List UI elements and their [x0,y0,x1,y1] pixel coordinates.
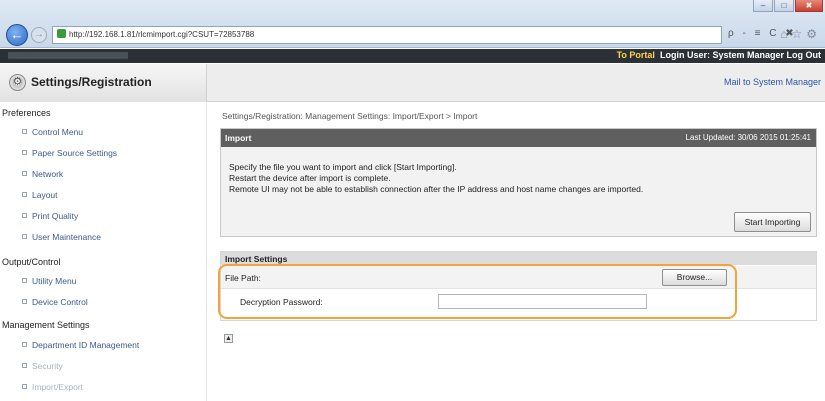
page-header: ⚙ Settings/Registration Mail to System M… [0,64,825,102]
start-importing-button[interactable]: Start Importing [734,212,811,232]
to-portal-link[interactable]: To Portal [617,50,655,60]
site-icon [57,29,66,38]
bullet-icon [22,278,27,283]
top-links: To Portal Login User: System Manager Log… [617,50,821,60]
bullet-icon [22,192,27,197]
bullet-icon [22,342,27,347]
main-content: Settings/Registration: Management Settin… [216,103,825,401]
url-text: http://192.168.1.81/rlcmimport.cgi?CSUT=… [69,30,255,39]
bullet-icon [22,363,27,368]
instruction-line-2: Restart the device after import is compl… [229,173,391,183]
address-bar[interactable]: http://192.168.1.81/rlcmimport.cgi?CSUT=… [52,26,722,44]
sidebar-item-device-control[interactable]: Device Control [22,297,88,307]
page-title: Settings/Registration [31,75,152,89]
highlight-outline [218,264,737,319]
breadcrumb: Settings/Registration: Management Settin… [222,111,478,121]
bullet-icon [22,129,27,134]
product-name-blurred [8,52,128,59]
sidebar-item-import-export[interactable]: Import/Export [22,382,83,392]
import-panel: Import Last Updated: 30/06 2015 01:25:41… [220,128,817,237]
home-icon[interactable]: ⌂ [780,27,791,41]
sidebar-item-print-quality[interactable]: Print Quality [22,211,78,221]
import-title: Import [225,133,252,143]
sidebar-section-management-settings: Management Settings [2,320,90,330]
window-controls: – □ ✖ [752,0,823,14]
top-strip: To Portal Login User: System Manager Log… [0,49,825,63]
instruction-line-3: Remote UI may not be able to establish c… [229,184,644,194]
import-settings-title: Import Settings [225,254,288,264]
sidebar: Preferences Control Menu Paper Source Se… [0,103,207,401]
maximize-button[interactable]: □ [774,0,794,12]
sidebar-item-security[interactable]: Security [22,361,63,371]
sidebar-item-paper-source-settings[interactable]: Paper Source Settings [22,148,117,158]
sidebar-item-control-menu[interactable]: Control Menu [22,127,83,137]
sidebar-item-department-id-management[interactable]: Department ID Management [22,340,139,350]
sidebar-section-preferences: Preferences [2,108,51,118]
sidebar-item-network[interactable]: Network [22,169,63,179]
star-icon[interactable]: ☆ [791,27,806,41]
bullet-icon [22,150,27,155]
log-out-link[interactable]: Log Out [787,50,822,60]
import-panel-header: Import Last Updated: 30/06 2015 01:25:41 [221,129,816,147]
header-title-area: ⚙ Settings/Registration [0,64,207,102]
login-user-text: Login User: System Manager [659,50,784,60]
bullet-icon [22,213,27,218]
back-arrow-icon[interactable]: ← [6,24,28,46]
forward-arrow-icon[interactable]: → [31,27,47,43]
gear-icon[interactable]: ⚙ [806,27,821,41]
bullet-icon [22,299,27,304]
last-updated-text: Last Updated: 30/06 2015 01:25:41 [685,133,811,142]
browser-chrome: – □ ✖ ← → http://192.168.1.81/rlcmimport… [0,0,825,48]
sidebar-item-utility-menu[interactable]: Utility Menu [22,276,76,286]
bullet-icon [22,384,27,389]
mail-to-system-manager-link[interactable]: Mail to System Manager [724,77,821,87]
sidebar-section-output-control: Output/Control [2,257,61,267]
minimize-button[interactable]: – [753,0,773,12]
back-to-top-icon[interactable]: ▲ [224,334,233,343]
settings-gear-icon: ⚙ [9,74,26,91]
close-window-button[interactable]: ✖ [795,0,823,12]
bullet-icon [22,234,27,239]
instruction-line-1: Specify the file you want to import and … [229,162,457,172]
bullet-icon [22,171,27,176]
browser-tool-icons: ⌂☆⚙ [780,27,821,41]
sidebar-item-user-maintenance[interactable]: User Maintenance [22,232,101,242]
sidebar-item-layout[interactable]: Layout [22,190,58,200]
